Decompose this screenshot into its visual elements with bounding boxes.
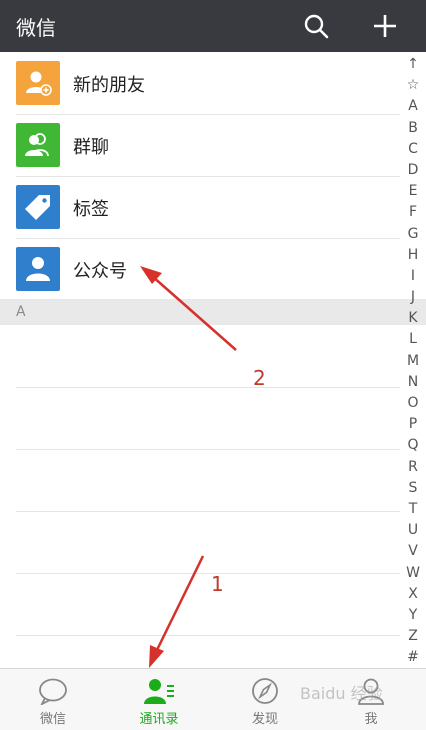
- tab-contacts[interactable]: 通讯录: [106, 669, 212, 730]
- annotation-number-2: 2: [253, 366, 266, 390]
- compass-icon: [249, 677, 281, 705]
- watermark: Baidu 经验: [300, 684, 383, 703]
- arrow-head: [149, 645, 164, 668]
- tab-me-label: 我: [364, 712, 378, 727]
- annotation-number-1: 1: [211, 572, 224, 596]
- contacts-icon: [143, 677, 175, 705]
- chat-bubble-icon: [37, 677, 69, 707]
- tab-chats-label: 微信: [39, 712, 66, 727]
- tab-chats[interactable]: 微信: [0, 669, 106, 730]
- annotation-arrows: [140, 266, 237, 668]
- tab-discover-label: 发现: [251, 712, 278, 727]
- tab-contacts-label: 通讯录: [139, 712, 179, 727]
